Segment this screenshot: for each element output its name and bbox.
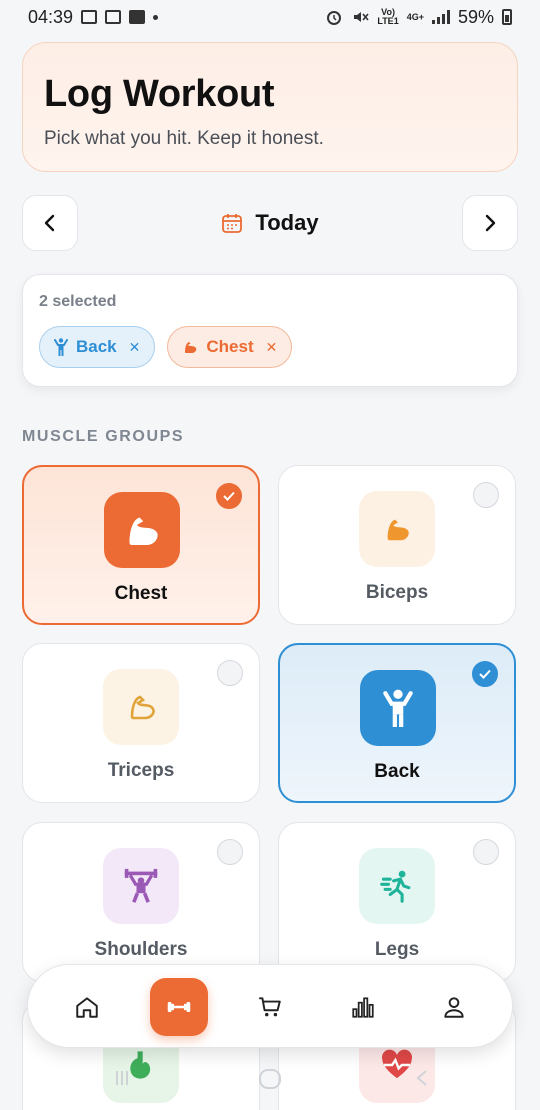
person-arms-up-icon bbox=[54, 338, 68, 356]
nav-shop[interactable] bbox=[240, 977, 300, 1037]
home-icon bbox=[76, 997, 98, 1018]
checkbox-unchecked[interactable] bbox=[473, 482, 499, 508]
home-circle-icon[interactable] bbox=[258, 1068, 282, 1090]
arm-outline-icon bbox=[130, 695, 155, 720]
section-label: MUSCLE GROUPS bbox=[22, 428, 185, 445]
tile-label: Shoulders bbox=[94, 939, 188, 960]
recent-apps-icon[interactable] bbox=[112, 1068, 132, 1088]
checkbox-checked[interactable] bbox=[472, 661, 498, 687]
flexed-arm-icon bbox=[129, 517, 158, 545]
weightlifter-icon bbox=[124, 868, 158, 903]
date-text: Today bbox=[255, 210, 319, 235]
status-bar: 04:39 Vo) LTE1 4G+ 59% bbox=[0, 0, 540, 34]
icon-box bbox=[359, 491, 435, 567]
muscle-tile-chest[interactable]: Chest bbox=[22, 465, 260, 625]
volte-indicator: Vo) LTE1 bbox=[377, 8, 398, 26]
carrier-bottom: LTE1 bbox=[377, 16, 399, 26]
runner-icon bbox=[380, 870, 411, 903]
nav-home[interactable] bbox=[57, 977, 117, 1037]
close-icon[interactable]: ✕ bbox=[266, 339, 278, 356]
notification-dot-icon bbox=[153, 14, 159, 20]
checkbox-unchecked[interactable] bbox=[473, 839, 499, 865]
bar-chart-icon bbox=[352, 997, 374, 1018]
checkbox-unchecked[interactable] bbox=[217, 660, 243, 686]
selected-summary-card: 2 selected Back ✕ Chest ✕ bbox=[22, 274, 518, 387]
person-arms-up-icon bbox=[383, 689, 413, 727]
close-icon[interactable]: ✕ bbox=[129, 339, 141, 356]
system-navigation bbox=[0, 1060, 540, 1100]
muscle-tile-shoulders[interactable]: Shoulders bbox=[22, 822, 260, 982]
muscle-tile-triceps[interactable]: Triceps bbox=[22, 643, 260, 803]
tile-label: Back bbox=[374, 761, 420, 782]
battery-percent: 59% bbox=[457, 6, 494, 27]
profile-icon bbox=[444, 997, 464, 1018]
chip-back[interactable]: Back ✕ bbox=[39, 326, 156, 368]
cart-icon bbox=[259, 997, 281, 1017]
mute-icon bbox=[354, 12, 369, 22]
chevron-right-icon bbox=[485, 214, 496, 232]
calendar-icon bbox=[222, 214, 243, 233]
nav-stats[interactable] bbox=[333, 977, 393, 1037]
battery-icon bbox=[502, 9, 512, 25]
tile-label: Triceps bbox=[107, 760, 175, 781]
flexed-arm-icon bbox=[387, 519, 409, 541]
network-type: 4G+ bbox=[406, 11, 424, 22]
alarm-icon bbox=[327, 11, 342, 25]
chip-chest[interactable]: Chest ✕ bbox=[167, 326, 293, 368]
back-arrow-icon[interactable] bbox=[414, 1068, 430, 1088]
chip-label: Chest bbox=[206, 337, 254, 356]
checkbox-checked[interactable] bbox=[216, 483, 242, 509]
check-icon bbox=[223, 491, 235, 501]
next-day-button[interactable] bbox=[462, 195, 518, 251]
header-card: Log Workout Pick what you hit. Keep it h… bbox=[22, 42, 518, 172]
checkbox-unchecked[interactable] bbox=[217, 839, 243, 865]
tile-label: Legs bbox=[374, 939, 420, 960]
chip-label: Back bbox=[76, 337, 117, 356]
signal-icon bbox=[431, 10, 450, 24]
check-icon bbox=[479, 669, 491, 679]
bottom-navigation bbox=[27, 964, 513, 1048]
muscle-tile-back[interactable]: Back bbox=[278, 643, 516, 803]
selected-chips: Back ✕ Chest ✕ bbox=[39, 326, 501, 368]
page-title: Log Workout bbox=[44, 73, 275, 115]
dumbbell-icon bbox=[167, 1002, 191, 1012]
nav-workout[interactable] bbox=[150, 978, 208, 1036]
icon-box bbox=[359, 848, 435, 924]
icon-box bbox=[104, 492, 180, 568]
icon-box bbox=[103, 848, 179, 924]
icon-box bbox=[103, 669, 179, 745]
flexed-arm-icon bbox=[185, 342, 197, 353]
tile-label: Chest bbox=[114, 583, 168, 604]
icon-box bbox=[360, 670, 436, 746]
tile-label: Biceps bbox=[365, 582, 429, 603]
page-subtitle: Pick what you hit. Keep it honest. bbox=[44, 128, 324, 149]
stack-icon bbox=[105, 10, 122, 24]
nav-profile[interactable] bbox=[424, 977, 484, 1037]
youtube-icon bbox=[129, 10, 146, 24]
date-navigation: Today bbox=[22, 195, 518, 251]
gallery-icon bbox=[81, 10, 98, 24]
status-time: 04:39 bbox=[28, 6, 74, 27]
selected-count: 2 selected bbox=[39, 293, 117, 310]
date-label: Today bbox=[22, 195, 518, 251]
muscle-tile-legs[interactable]: Legs bbox=[278, 822, 516, 982]
muscle-tile-biceps[interactable]: Biceps bbox=[278, 465, 516, 625]
